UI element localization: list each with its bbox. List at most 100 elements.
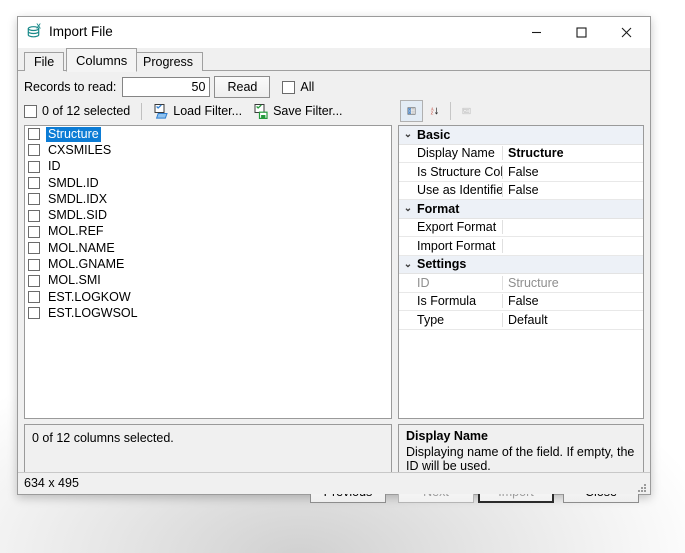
column-label: ID [46,159,63,174]
load-filter-button[interactable]: Load Filter... [151,101,245,121]
select-all-columns-checkbox[interactable]: 0 of 12 selected [24,104,130,118]
chevron-down-icon[interactable]: ⌄ [399,259,417,270]
property-group-label: Basic [417,128,450,142]
tab-progress-label: Progress [143,55,193,69]
column-checkbox[interactable] [28,210,40,222]
column-checkbox[interactable] [28,307,40,319]
property-value[interactable]: Default [503,313,643,327]
property-group-label: Settings [417,257,466,271]
column-list-item[interactable]: SMDL.ID [25,175,391,191]
property-row[interactable]: TypeDefault [399,311,643,330]
save-filter-icon [254,104,269,119]
column-list-item[interactable]: ID [25,159,391,175]
tab-columns[interactable]: Columns [66,48,137,72]
property-value[interactable]: False [503,165,643,179]
property-row[interactable]: Display NameStructure [399,145,643,164]
columns-status-panel: 0 of 12 columns selected. [24,424,392,474]
property-name: Is Structure Colu [399,165,503,179]
property-value[interactable]: Structure [503,276,643,290]
records-to-read-label: Records to read: [24,80,116,94]
column-checkbox[interactable] [28,144,40,156]
property-value[interactable]: False [503,294,643,308]
tab-file[interactable]: File [24,52,64,71]
description-title: Display Name [406,429,636,444]
property-value[interactable]: False [503,183,643,197]
column-list-item[interactable]: MOL.NAME [25,240,391,256]
property-grid-toolbar: A Z [400,99,478,123]
property-pages-icon[interactable] [455,100,478,122]
property-name: Use as Identifie [399,183,503,197]
chevron-down-icon[interactable]: ⌄ [399,203,417,214]
column-checkbox[interactable] [28,259,40,271]
column-checkbox[interactable] [28,128,40,140]
load-filter-label: Load Filter... [173,104,242,118]
tab-strip: File Columns Progress [18,48,650,71]
column-list-item[interactable]: MOL.SMI [25,273,391,289]
svg-text:X: X [36,23,41,30]
column-list-item[interactable]: CXSMILES [25,142,391,158]
all-checkbox-label: All [300,80,314,94]
column-list-item[interactable]: EST.LOGWSOL [25,305,391,321]
column-label: SMDL.SID [46,208,109,223]
resize-grip-icon[interactable] [636,480,647,491]
property-row[interactable]: Use as IdentifieFalse [399,182,643,201]
tab-columns-label: Columns [76,53,127,68]
property-row[interactable]: Export Format [399,219,643,238]
property-grid[interactable]: ⌄BasicDisplay NameStructureIs Structure … [398,125,644,419]
columns-list[interactable]: StructureCXSMILESID SMDL.IDSMDL.IDXSMDL.S… [24,125,392,419]
property-name: Export Format [399,220,503,234]
column-label: SMDL.ID [46,176,101,191]
column-list-item[interactable]: MOL.GNAME [25,256,391,272]
property-row[interactable]: IDStructure [399,274,643,293]
chevron-down-icon[interactable]: ⌄ [399,129,417,140]
select-all-columns-box[interactable] [24,105,37,118]
close-icon[interactable] [604,17,649,47]
minimize-icon[interactable] [514,17,559,47]
column-list-item[interactable]: EST.LOGKOW [25,289,391,305]
tab-progress[interactable]: Progress [133,52,203,71]
column-label: EST.LOGWSOL [46,306,140,321]
column-label: MOL.REF [46,224,106,239]
property-group-header[interactable]: ⌄Settings [399,256,643,275]
alphabetical-sort-icon[interactable]: A Z [423,100,446,122]
property-group-header[interactable]: ⌄Format [399,200,643,219]
property-name: Display Name [399,146,503,160]
columns-status-text: 0 of 12 columns selected. [32,431,174,445]
property-row[interactable]: Import Format [399,237,643,256]
records-to-read-input[interactable] [122,77,210,97]
column-checkbox[interactable] [28,193,40,205]
property-group-header[interactable]: ⌄Basic [399,126,643,145]
column-label: MOL.SMI [46,273,103,288]
column-label: MOL.NAME [46,241,117,256]
all-checkbox[interactable]: All [282,80,314,94]
window-title: Import File [49,23,113,41]
property-row[interactable]: Is Structure ColuFalse [399,163,643,182]
column-checkbox[interactable] [28,275,40,287]
column-list-item[interactable]: MOL.REF [25,224,391,240]
column-list-item[interactable]: SMDL.SID [25,207,391,223]
column-label: SMDL.IDX [46,192,109,207]
column-checkbox[interactable] [28,161,40,173]
property-name: ID [399,276,503,290]
column-list-item[interactable]: Structure [25,126,391,142]
read-button[interactable]: Read [214,76,270,98]
column-list-item[interactable]: SMDL.IDX [25,191,391,207]
property-value[interactable]: Structure [503,146,643,160]
column-checkbox[interactable] [28,177,40,189]
svg-text:Z: Z [431,111,434,116]
columns-tab-page: Records to read: Read All 0 of 12 select… [18,71,650,494]
filters-toolbar: 0 of 12 selected Load Filter... [24,100,352,122]
column-label: Structure [46,127,101,142]
column-checkbox[interactable] [28,242,40,254]
description-text: Displaying name of the field. If empty, … [406,445,636,473]
column-checkbox[interactable] [28,226,40,238]
save-filter-button[interactable]: Save Filter... [251,101,345,121]
all-checkbox-box[interactable] [282,81,295,94]
database-x-icon: X [26,23,44,41]
maximize-icon[interactable] [559,17,604,47]
property-row[interactable]: Is FormulaFalse [399,293,643,312]
load-filter-icon [154,104,169,119]
save-filter-label: Save Filter... [273,104,342,118]
categorized-view-icon[interactable] [400,100,423,122]
column-checkbox[interactable] [28,291,40,303]
